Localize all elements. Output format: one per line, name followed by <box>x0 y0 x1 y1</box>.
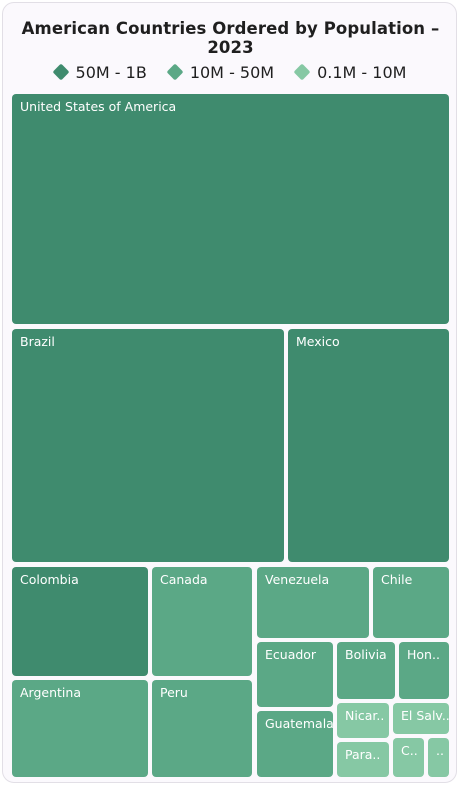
treemap-tile[interactable]: Canada <box>152 567 252 676</box>
tile-label: Guatemala <box>265 716 333 731</box>
treemap-tile[interactable]: Guatemala <box>257 711 333 777</box>
treemap-tile[interactable]: Brazil <box>12 329 284 562</box>
legend-label: 50M - 1B <box>75 62 147 82</box>
treemap-tile[interactable]: Hon.. <box>399 642 449 699</box>
tile-label: Mexico <box>296 334 340 349</box>
treemap-tile[interactable]: El Salv.. <box>393 703 449 734</box>
tile-label: El Salv.. <box>401 708 449 723</box>
legend-item-50m-1b[interactable]: 50M - 1B <box>52 62 147 82</box>
tile-label: Ecuador <box>265 647 317 662</box>
treemap-tile[interactable]: Para.. <box>337 742 389 777</box>
treemap-tile[interactable]: Argentina <box>12 680 148 777</box>
tile-label: Nicar.. <box>345 708 385 723</box>
legend-item-10m-50m[interactable]: 10M - 50M <box>166 62 275 82</box>
treemap-tile[interactable]: Mexico <box>288 329 449 562</box>
treemap-tile[interactable]: .. <box>428 738 449 777</box>
tile-label: United States of America <box>20 99 177 114</box>
tile-label: Canada <box>160 572 208 587</box>
chart-title: American Countries Ordered by Population… <box>21 19 440 57</box>
treemap-tile[interactable]: Venezuela <box>257 567 369 638</box>
tile-label: .. <box>436 743 444 758</box>
legend-diamond-icon <box>166 63 184 81</box>
tile-label: Brazil <box>20 334 55 349</box>
legend-diamond-icon <box>52 63 70 81</box>
treemap-tile[interactable]: Chile <box>373 567 449 638</box>
treemap-tile[interactable]: Colombia <box>12 567 148 676</box>
tile-label: Bolivia <box>345 647 387 662</box>
tile-label: Venezuela <box>265 572 330 587</box>
tile-label: Colombia <box>20 572 79 587</box>
tile-label: Para.. <box>345 747 381 762</box>
tile-label: Chile <box>381 572 413 587</box>
tile-label: Peru <box>160 685 188 700</box>
legend-label: 10M - 50M <box>189 62 275 82</box>
treemap-tile[interactable]: Bolivia <box>337 642 395 699</box>
tile-label: Hon.. <box>407 647 440 662</box>
treemap-tile[interactable]: Nicar.. <box>337 703 389 738</box>
treemap-tile[interactable]: Peru <box>152 680 252 777</box>
legend-label: 0.1M - 10M <box>317 62 407 82</box>
treemap-tile[interactable]: C.. <box>393 738 424 777</box>
treemap-tile[interactable]: United States of America <box>12 94 449 324</box>
treemap-tile[interactable]: Ecuador <box>257 642 333 707</box>
legend-item-0-1m-10m[interactable]: 0.1M - 10M <box>293 62 407 82</box>
legend-diamond-icon <box>293 63 311 81</box>
tile-label: Argentina <box>20 685 81 700</box>
tile-label: C.. <box>401 743 418 758</box>
legend: 50M - 1B 10M - 50M 0.1M - 10M <box>0 60 461 84</box>
